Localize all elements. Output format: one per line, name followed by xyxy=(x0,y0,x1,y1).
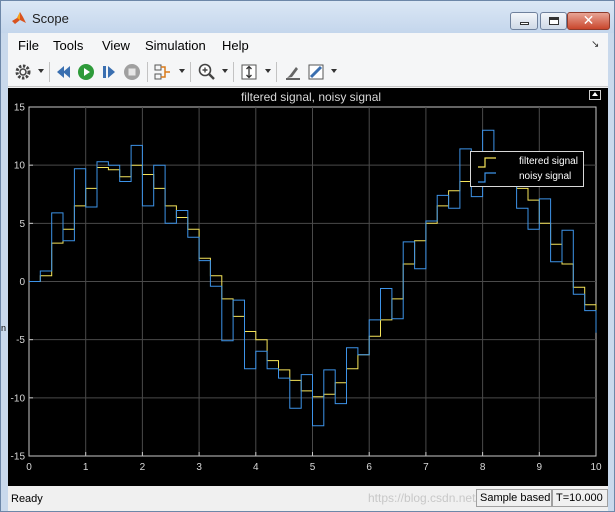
status-bar: Ready https://blog.csdn.net/... Sample b… xyxy=(8,486,608,511)
title-bar[interactable]: Scope ✕ xyxy=(1,1,614,33)
menu-help[interactable]: Help xyxy=(222,38,249,53)
y-tick-label: -15 xyxy=(11,452,26,463)
menu-tools[interactable]: Tools xyxy=(53,38,83,53)
zoom-in-icon[interactable] xyxy=(197,62,217,82)
legend-swatch-filtered xyxy=(478,157,496,168)
toolbar-separator xyxy=(233,62,234,82)
y-tick-label: -5 xyxy=(16,335,25,346)
toolbar xyxy=(8,57,608,87)
x-tick-label: 6 xyxy=(366,462,372,473)
x-tick-label: 8 xyxy=(480,462,486,473)
x-tick-label: 10 xyxy=(590,462,602,473)
y-tick-label: 5 xyxy=(19,219,25,230)
x-tick-label: 5 xyxy=(310,462,316,473)
window-title: Scope xyxy=(32,11,69,26)
x-tick-label: 7 xyxy=(423,462,429,473)
toolbar-separator xyxy=(147,62,148,82)
style-icon[interactable] xyxy=(306,62,326,82)
legend-swatch-noisy xyxy=(478,172,496,183)
watermark-text: https://blog.csdn.net/... xyxy=(368,491,489,505)
undock-button[interactable] xyxy=(589,90,601,100)
run-icon[interactable] xyxy=(76,62,96,82)
dock-arrow-icon[interactable]: ↘ xyxy=(591,39,599,50)
left-edge-label: n xyxy=(1,323,7,333)
legend-item-noisy: noisy signal xyxy=(475,170,583,184)
settings-icon[interactable] xyxy=(13,62,33,82)
close-icon: ✕ xyxy=(582,12,595,28)
legend-label-filtered: filtered signal xyxy=(519,156,578,167)
status-time: T=10.000 xyxy=(552,489,608,507)
legend-item-filtered: filtered signal xyxy=(475,155,583,169)
y-tick-label: 0 xyxy=(19,277,25,288)
scope-window: Scope ✕ File Tools View Simulation Help … xyxy=(0,0,615,512)
toolbar-separator xyxy=(276,62,277,82)
x-tick-label: 0 xyxy=(26,462,32,473)
chart-title: filtered signal, noisy signal xyxy=(241,90,381,104)
stop-icon[interactable] xyxy=(122,62,142,82)
minimize-button[interactable] xyxy=(510,12,538,30)
y-tick-label: 10 xyxy=(14,161,26,172)
scale-dropdown-icon[interactable] xyxy=(265,69,271,73)
x-tick-label: 1 xyxy=(83,462,89,473)
highlight-icon[interactable] xyxy=(283,62,303,82)
menu-file[interactable]: File xyxy=(18,38,39,53)
y-tick-label: -10 xyxy=(11,393,26,404)
style-dropdown-icon[interactable] xyxy=(331,69,337,73)
x-tick-label: 3 xyxy=(196,462,202,473)
status-ready: Ready xyxy=(11,493,43,505)
status-sample-mode: Sample based xyxy=(476,489,552,507)
toolbar-separator xyxy=(49,62,50,82)
x-tick-label: 2 xyxy=(140,462,146,473)
zoom-dropdown-icon[interactable] xyxy=(222,69,228,73)
chart-legend[interactable]: filtered signal noisy signal xyxy=(470,151,584,187)
close-button[interactable]: ✕ xyxy=(567,12,610,30)
menu-bar: File Tools View Simulation Help ↘ xyxy=(8,33,608,57)
matlab-icon xyxy=(12,12,26,24)
y-tick-label: 15 xyxy=(14,103,26,114)
maximize-button[interactable] xyxy=(540,12,567,30)
menu-simulation[interactable]: Simulation xyxy=(145,38,206,53)
toolbar-separator xyxy=(190,62,191,82)
legend-label-noisy: noisy signal xyxy=(519,171,572,182)
scope-client: File Tools View Simulation Help ↘ filter… xyxy=(8,33,608,511)
signal-selector-icon[interactable] xyxy=(153,62,173,82)
settings-dropdown-icon[interactable] xyxy=(38,69,44,73)
x-tick-label: 4 xyxy=(253,462,259,473)
x-tick-label: 9 xyxy=(537,462,543,473)
scope-display[interactable]: filtered signal, noisy signal 0 1 2 3 4 5 6 7 8 9… xyxy=(8,88,608,486)
step-forward-icon[interactable] xyxy=(99,62,119,82)
scale-axes-icon[interactable] xyxy=(239,62,259,82)
scope-chart: filtered signal, noisy signal 0 1 2 3 4 5 6 7 8 9… xyxy=(11,90,602,473)
step-back-icon[interactable] xyxy=(53,62,73,82)
menu-view[interactable]: View xyxy=(102,38,130,53)
minimize-icon xyxy=(520,22,529,25)
maximize-icon xyxy=(549,17,559,25)
signal-dropdown-icon[interactable] xyxy=(179,69,185,73)
